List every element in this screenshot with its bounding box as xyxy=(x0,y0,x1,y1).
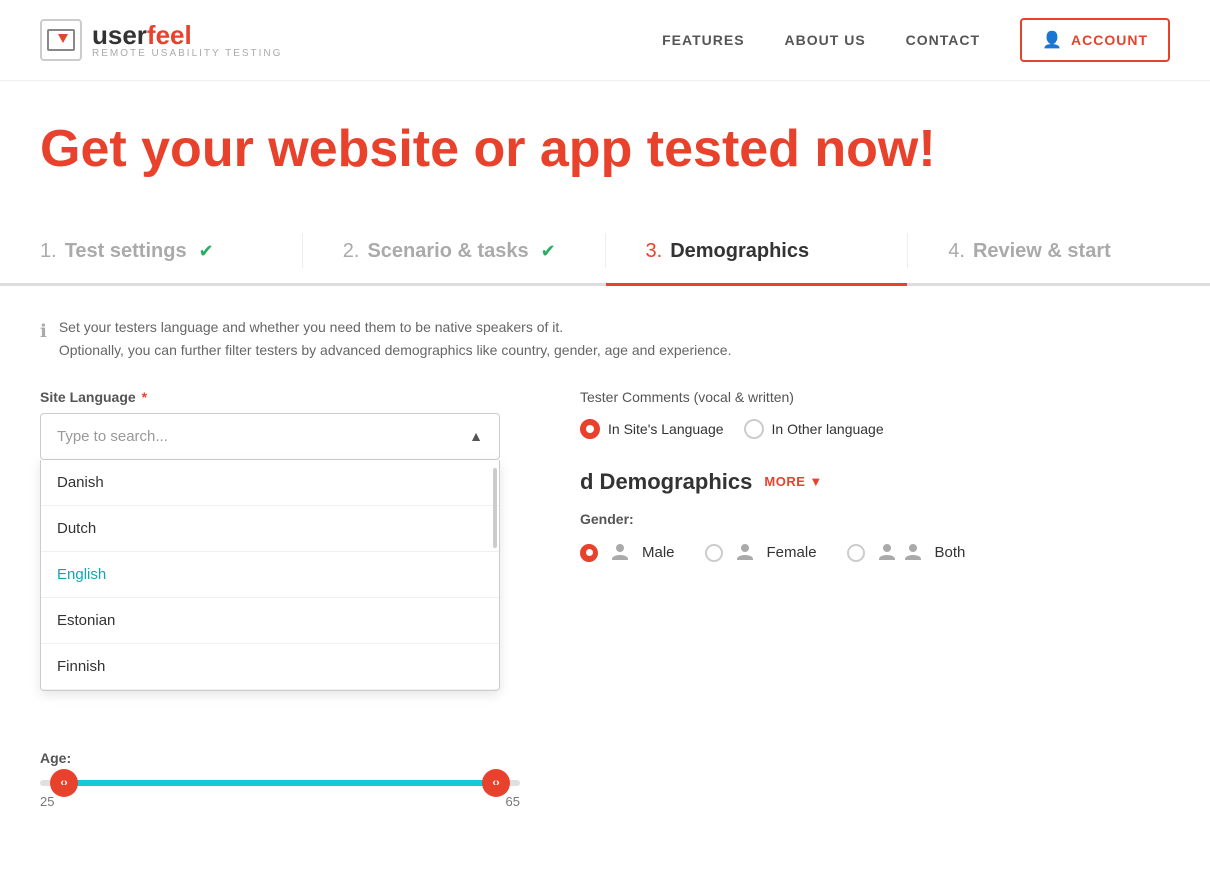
hero-title: Get your website or app tested now! xyxy=(40,121,1170,178)
step-3-number: 3. xyxy=(646,240,663,263)
dropdown-option-estonian[interactable]: Estonian xyxy=(41,598,499,644)
slider-track-fill xyxy=(64,780,496,786)
nav-contact[interactable]: CONTACT xyxy=(906,32,980,48)
step-wizard: 1. Test settings ✔ 2. Scenario & tasks ✔… xyxy=(0,218,1210,286)
radio-label-other-language: In Other language xyxy=(772,421,884,437)
site-language-dropdown[interactable]: Type to search... ▲ xyxy=(40,413,500,460)
age-min-value: 25 xyxy=(40,794,54,809)
step-4-label: Review & start xyxy=(973,240,1111,263)
step-4-review[interactable]: 4. Review & start xyxy=(908,218,1210,286)
account-icon: 👤 xyxy=(1042,30,1063,50)
gender-option-male[interactable]: Male xyxy=(580,541,675,565)
left-column: Site Language * Type to search... ▲ Dani… xyxy=(40,389,520,809)
dropdown-scroll-area[interactable]: Danish Dutch English Estonian Finnish xyxy=(41,460,499,690)
female-icon xyxy=(733,541,757,565)
gender-label-female: Female xyxy=(767,544,817,561)
dropdown-list: Danish Dutch English Estonian Finnish xyxy=(40,460,500,691)
tester-comments-field: Tester Comments (vocal & written) In Sit… xyxy=(580,389,1170,439)
step-1-number: 1. xyxy=(40,240,57,263)
gender-option-both[interactable]: Both xyxy=(847,541,966,565)
radio-in-sites-language[interactable]: In Site's Language xyxy=(580,419,724,439)
gender-section: Gender: Male xyxy=(580,511,1170,565)
gender-radio-both xyxy=(847,544,865,562)
chevron-down-icon: ▼ xyxy=(809,474,822,489)
gender-option-female[interactable]: Female xyxy=(705,541,817,565)
hero-section: Get your website or app tested now! xyxy=(0,81,1210,198)
logo-tagline: REMOTE USABILITY TESTING xyxy=(92,48,282,59)
age-max-handle[interactable]: ‹› xyxy=(482,769,510,797)
right-arrow-icon: ‹› xyxy=(492,777,499,789)
step-1-check-icon: ✔ xyxy=(199,241,214,262)
dropdown-option-dutch[interactable]: Dutch xyxy=(41,506,499,552)
male-icon xyxy=(608,541,632,565)
radio-circle-sites-language xyxy=(580,419,600,439)
both-icon-2 xyxy=(901,541,925,565)
advanced-demographics-section: d Demographics MORE ▼ Gender: xyxy=(580,469,1170,565)
site-language-field: Site Language * Type to search... ▲ Dani… xyxy=(40,389,520,460)
required-asterisk: * xyxy=(138,389,147,405)
info-line-1: Set your testers language and whether yo… xyxy=(59,316,732,338)
step-2-label: Scenario & tasks xyxy=(367,240,528,263)
tester-comments-label: Tester Comments (vocal & written) xyxy=(580,389,1170,405)
account-button[interactable]: 👤 ACCOUNT xyxy=(1020,18,1170,62)
right-column: Tester Comments (vocal & written) In Sit… xyxy=(580,389,1170,809)
gender-label-male: Male xyxy=(642,544,675,561)
gender-radio-female xyxy=(705,544,723,562)
dropdown-option-finnish[interactable]: Finnish xyxy=(41,644,499,690)
step-3-demographics[interactable]: 3. Demographics xyxy=(606,218,908,286)
nav-links: FEATURES ABOUT US CONTACT 👤 ACCOUNT xyxy=(662,18,1170,62)
show-more-button[interactable]: MORE ▼ xyxy=(764,474,822,489)
dropdown-option-danish[interactable]: Danish xyxy=(41,460,499,506)
info-line-2: Optionally, you can further filter teste… xyxy=(59,339,732,361)
age-max-value: 65 xyxy=(506,794,520,809)
slider-values: 25 65 xyxy=(40,794,520,809)
navigation: userfeel REMOTE USABILITY TESTING FEATUR… xyxy=(0,0,1210,81)
nav-about-us[interactable]: ABOUT US xyxy=(785,32,866,48)
info-box: ℹ Set your testers language and whether … xyxy=(40,316,1170,361)
both-icon-1 xyxy=(875,541,899,565)
age-slider-row: ‹› ‹› xyxy=(40,780,520,786)
age-slider-track: ‹› ‹› xyxy=(40,780,520,786)
step-2-scenario[interactable]: 2. Scenario & tasks ✔ xyxy=(303,218,605,286)
gender-label: Gender: xyxy=(580,511,1170,527)
adv-demo-header: d Demographics MORE ▼ xyxy=(580,469,1170,495)
adv-demo-title: d Demographics xyxy=(580,469,752,495)
step-1-label: Test settings xyxy=(65,240,187,263)
tester-comments-radio-group: In Site's Language In Other language xyxy=(580,419,1170,439)
age-label: Age: xyxy=(40,750,520,766)
step-3-label: Demographics xyxy=(670,240,809,263)
dropdown-option-english[interactable]: English xyxy=(41,552,499,598)
left-arrow-icon: ‹› xyxy=(60,777,67,789)
radio-circle-other-language xyxy=(744,419,764,439)
gender-options: Male Female xyxy=(580,541,1170,565)
logo-wordmark: userfeel xyxy=(92,22,282,48)
form-columns: Site Language * Type to search... ▲ Dani… xyxy=(40,389,1170,809)
logo[interactable]: userfeel REMOTE USABILITY TESTING xyxy=(40,19,282,61)
scrollbar[interactable] xyxy=(493,468,497,548)
step-2-check-icon: ✔ xyxy=(541,241,556,262)
age-min-handle[interactable]: ‹› xyxy=(50,769,78,797)
slider-track-bg: ‹› ‹› xyxy=(40,780,520,786)
step-4-number: 4. xyxy=(948,240,965,263)
site-language-label: Site Language * xyxy=(40,389,520,405)
dropdown-placeholder: Type to search... xyxy=(57,428,168,445)
logo-icon xyxy=(40,19,82,61)
gender-label-both: Both xyxy=(935,544,966,561)
step-1-test-settings[interactable]: 1. Test settings ✔ xyxy=(0,218,302,286)
age-section: Age: ‹› ‹› xyxy=(40,750,520,809)
nav-features[interactable]: FEATURES xyxy=(662,32,744,48)
chevron-up-icon: ▲ xyxy=(469,428,483,444)
main-content: ℹ Set your testers language and whether … xyxy=(0,286,1210,839)
radio-in-other-language[interactable]: In Other language xyxy=(744,419,884,439)
step-2-number: 2. xyxy=(343,240,360,263)
radio-label-sites-language: In Site's Language xyxy=(608,421,724,437)
info-icon: ℹ xyxy=(40,317,47,361)
gender-radio-male xyxy=(580,544,598,562)
